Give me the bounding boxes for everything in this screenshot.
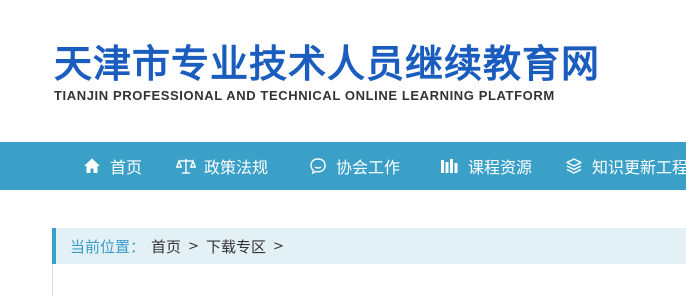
nav-item-label: 首页 (110, 158, 143, 177)
nav-item-label: 课程资源 (468, 158, 533, 177)
chat-icon (308, 156, 328, 176)
breadcrumb-downloads-link[interactable]: 下载专区 (206, 236, 266, 257)
nav-item-label: 知识更新工程 (592, 158, 686, 177)
nav-item-courses[interactable]: 课程资源 (440, 142, 532, 190)
breadcrumb-separator: > (188, 238, 199, 254)
main-nav: 首页 政策法规 协会工作 课程资源 知识更新工程 (0, 142, 686, 190)
books-icon (440, 156, 460, 176)
scales-icon (176, 156, 196, 176)
nav-item-label: 政策法规 (204, 158, 269, 177)
nav-item-association[interactable]: 协会工作 (308, 142, 400, 190)
breadcrumb-separator: > (272, 238, 284, 254)
breadcrumb: 当前位置： 首页 > 下载专区 > (52, 228, 686, 264)
layers-icon (564, 156, 584, 176)
site-title[interactable]: 天津市专业技术人员继续教育网 (54, 40, 600, 88)
nav-item-label: 协会工作 (336, 158, 401, 177)
content-area-border (52, 264, 53, 296)
site-header: 天津市专业技术人员继续教育网 TIANJIN PROFESSIONAL AND … (0, 0, 686, 142)
nav-item-policy[interactable]: 政策法规 (176, 142, 268, 190)
breadcrumb-label: 当前位置： (70, 237, 146, 256)
nav-item-home[interactable]: 首页 (82, 142, 142, 190)
breadcrumb-home-link[interactable]: 首页 (151, 236, 181, 257)
site-subtitle: TIANJIN PROFESSIONAL AND TECHNICAL ONLIN… (54, 88, 555, 103)
nav-item-knowledge-update[interactable]: 知识更新工程 (564, 142, 686, 190)
home-icon (82, 156, 102, 176)
